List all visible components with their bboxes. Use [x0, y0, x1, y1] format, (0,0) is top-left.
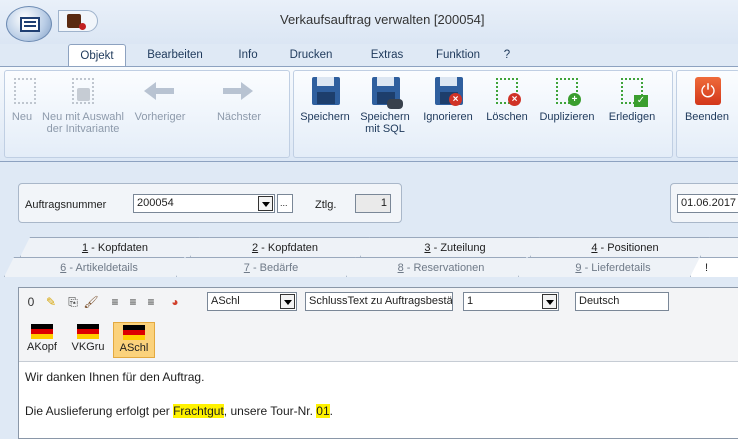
- tab-lieferdetails[interactable]: 9 - Lieferdetails: [518, 257, 708, 277]
- text-code-select[interactable]: ASchl: [207, 292, 297, 311]
- german-flag-icon: [77, 324, 99, 339]
- placeholder-tour-nr: 01: [316, 404, 330, 418]
- tab-info[interactable]: Info: [228, 44, 268, 66]
- speichern-mit-sql-button[interactable]: Speichern mit SQL: [356, 75, 414, 135]
- neu-button[interactable]: Neu: [9, 75, 36, 123]
- new-document-icon: [14, 78, 36, 104]
- language-field[interactable]: Deutsch: [575, 292, 669, 311]
- arrow-left-icon: [144, 82, 174, 100]
- auftragsnummer-field[interactable]: 200054: [133, 194, 275, 213]
- power-icon: ⏻: [695, 77, 721, 105]
- tab-bearbeiten[interactable]: Bearbeiten: [140, 44, 210, 66]
- date-field[interactable]: 01.06.2017: [677, 194, 738, 213]
- arrow-right-icon: [223, 82, 253, 100]
- duplizieren-button[interactable]: + Duplizieren: [536, 75, 598, 123]
- number-select[interactable]: 1: [463, 292, 559, 311]
- flag-button-akopf[interactable]: AKopf: [21, 322, 63, 358]
- order-header-panel: Auftragsnummer 200054 ... Ztlg. 1: [18, 183, 402, 223]
- loeschen-button[interactable]: × Löschen: [482, 75, 532, 123]
- title-bar: Verkaufsauftrag verwalten [200054]: [0, 0, 738, 44]
- eraser-icon[interactable]: ✎: [43, 294, 59, 310]
- german-flag-icon: [31, 324, 53, 339]
- editor-line-1[interactable]: Wir danken Ihnen für den Auftrag.: [25, 370, 204, 384]
- text-editor: 0 ✎ ⎘ 🖌 ≡ ≡ ≡ ◕ ASchl SchlussText zu Auf…: [18, 287, 738, 439]
- neu-mit-auswahl-button[interactable]: Neu mit Auswahl der Initvariante: [39, 75, 127, 135]
- ignorieren-button[interactable]: × Ignorieren: [418, 75, 478, 123]
- align-right-icon[interactable]: ≡: [143, 294, 159, 310]
- tab-drucken[interactable]: Drucken: [284, 44, 338, 66]
- text-type-field[interactable]: SchlussText zu Auftragsbestätigung: [305, 292, 453, 311]
- tab-objekt[interactable]: Objekt: [68, 44, 126, 67]
- ribbon-group-navigation: Neu Neu mit Auswahl der Initvariante Vor…: [4, 70, 290, 158]
- new-from-template-icon: [72, 78, 94, 104]
- tab-row-1: 1 - Kopfdaten 2 - Kopfdaten 3 - Zuteilun…: [0, 237, 738, 257]
- tab-kopfdaten-1[interactable]: 1 - Kopfdaten: [20, 237, 210, 257]
- ribbon-group-actions: Speichern Speichern mit SQL × Ignorieren…: [293, 70, 673, 158]
- tab-artikeldetails[interactable]: 6 - Artikeldetails: [4, 257, 194, 277]
- vorheriger-button[interactable]: Vorheriger: [131, 75, 189, 123]
- editor-toolbar: 0 ✎ ⎘ 🖌 ≡ ≡ ≡ ◕ ASchl SchlussText zu Auf…: [19, 288, 738, 362]
- color-picker-icon[interactable]: ◕: [167, 294, 183, 310]
- ellipsis-button[interactable]: ...: [277, 194, 293, 213]
- german-flag-icon: [123, 325, 145, 340]
- format-brush-icon[interactable]: 🖌: [83, 294, 99, 310]
- zero-button[interactable]: 0: [23, 294, 39, 310]
- flag-button-aschl[interactable]: ASchl: [113, 322, 155, 358]
- ztlg-label: Ztlg.: [315, 199, 337, 211]
- document-icon: [20, 17, 40, 32]
- tab-reservationen[interactable]: 8 - Reservationen: [346, 257, 536, 277]
- ribbon-group-exit: ⏻ Beenden: [676, 70, 738, 158]
- chevron-down-icon[interactable]: [280, 294, 295, 309]
- align-left-icon[interactable]: ≡: [107, 294, 123, 310]
- ribbon: Neu Neu mit Auswahl der Initvariante Vor…: [0, 66, 738, 162]
- align-center-icon[interactable]: ≡: [125, 294, 141, 310]
- naechster-button[interactable]: Nächster: [193, 75, 285, 123]
- date-panel: 01.06.2017: [670, 183, 738, 223]
- auftragsnummer-label: Auftragsnummer: [25, 199, 107, 211]
- tab-bedaerfe[interactable]: 7 - Bedärfe: [176, 257, 366, 277]
- tab-funktion[interactable]: Funktion: [430, 44, 486, 66]
- tab-help[interactable]: ?: [498, 44, 516, 66]
- app-logo-icon: [67, 14, 86, 30]
- tab-positionen[interactable]: 4 - Positionen: [530, 237, 720, 257]
- tab-extras[interactable]: Extras: [364, 44, 410, 66]
- erledigen-button[interactable]: ✓ Erledigen: [602, 75, 662, 123]
- tab-zuteilung[interactable]: 3 - Zuteilung: [360, 237, 550, 257]
- window-title: Verkaufsauftrag verwalten [200054]: [280, 12, 485, 27]
- quick-access-toolbar[interactable]: [58, 10, 98, 32]
- beenden-button[interactable]: ⏻ Beenden: [681, 75, 733, 123]
- editor-line-2[interactable]: Die Auslieferung erfolgt per Frachtgut, …: [25, 404, 333, 418]
- chevron-down-icon[interactable]: [258, 196, 273, 211]
- tab-row-2: 6 - Artikeldetails 7 - Bedärfe 8 - Reser…: [0, 257, 738, 277]
- flag-button-vkgru[interactable]: VKGru: [67, 322, 109, 358]
- placeholder-frachtgut: Frachtgut: [173, 404, 224, 418]
- tab-kopfdaten-2[interactable]: 2 - Kopfdaten: [190, 237, 380, 257]
- chevron-down-icon[interactable]: [542, 294, 557, 309]
- save-icon: [312, 77, 340, 105]
- ztlg-field[interactable]: 1: [355, 194, 391, 213]
- speichern-button[interactable]: Speichern: [298, 75, 352, 123]
- binoculars-icon: [387, 99, 403, 109]
- format-copy-icon[interactable]: ⎘: [65, 294, 81, 310]
- application-menu-button[interactable]: [6, 6, 52, 42]
